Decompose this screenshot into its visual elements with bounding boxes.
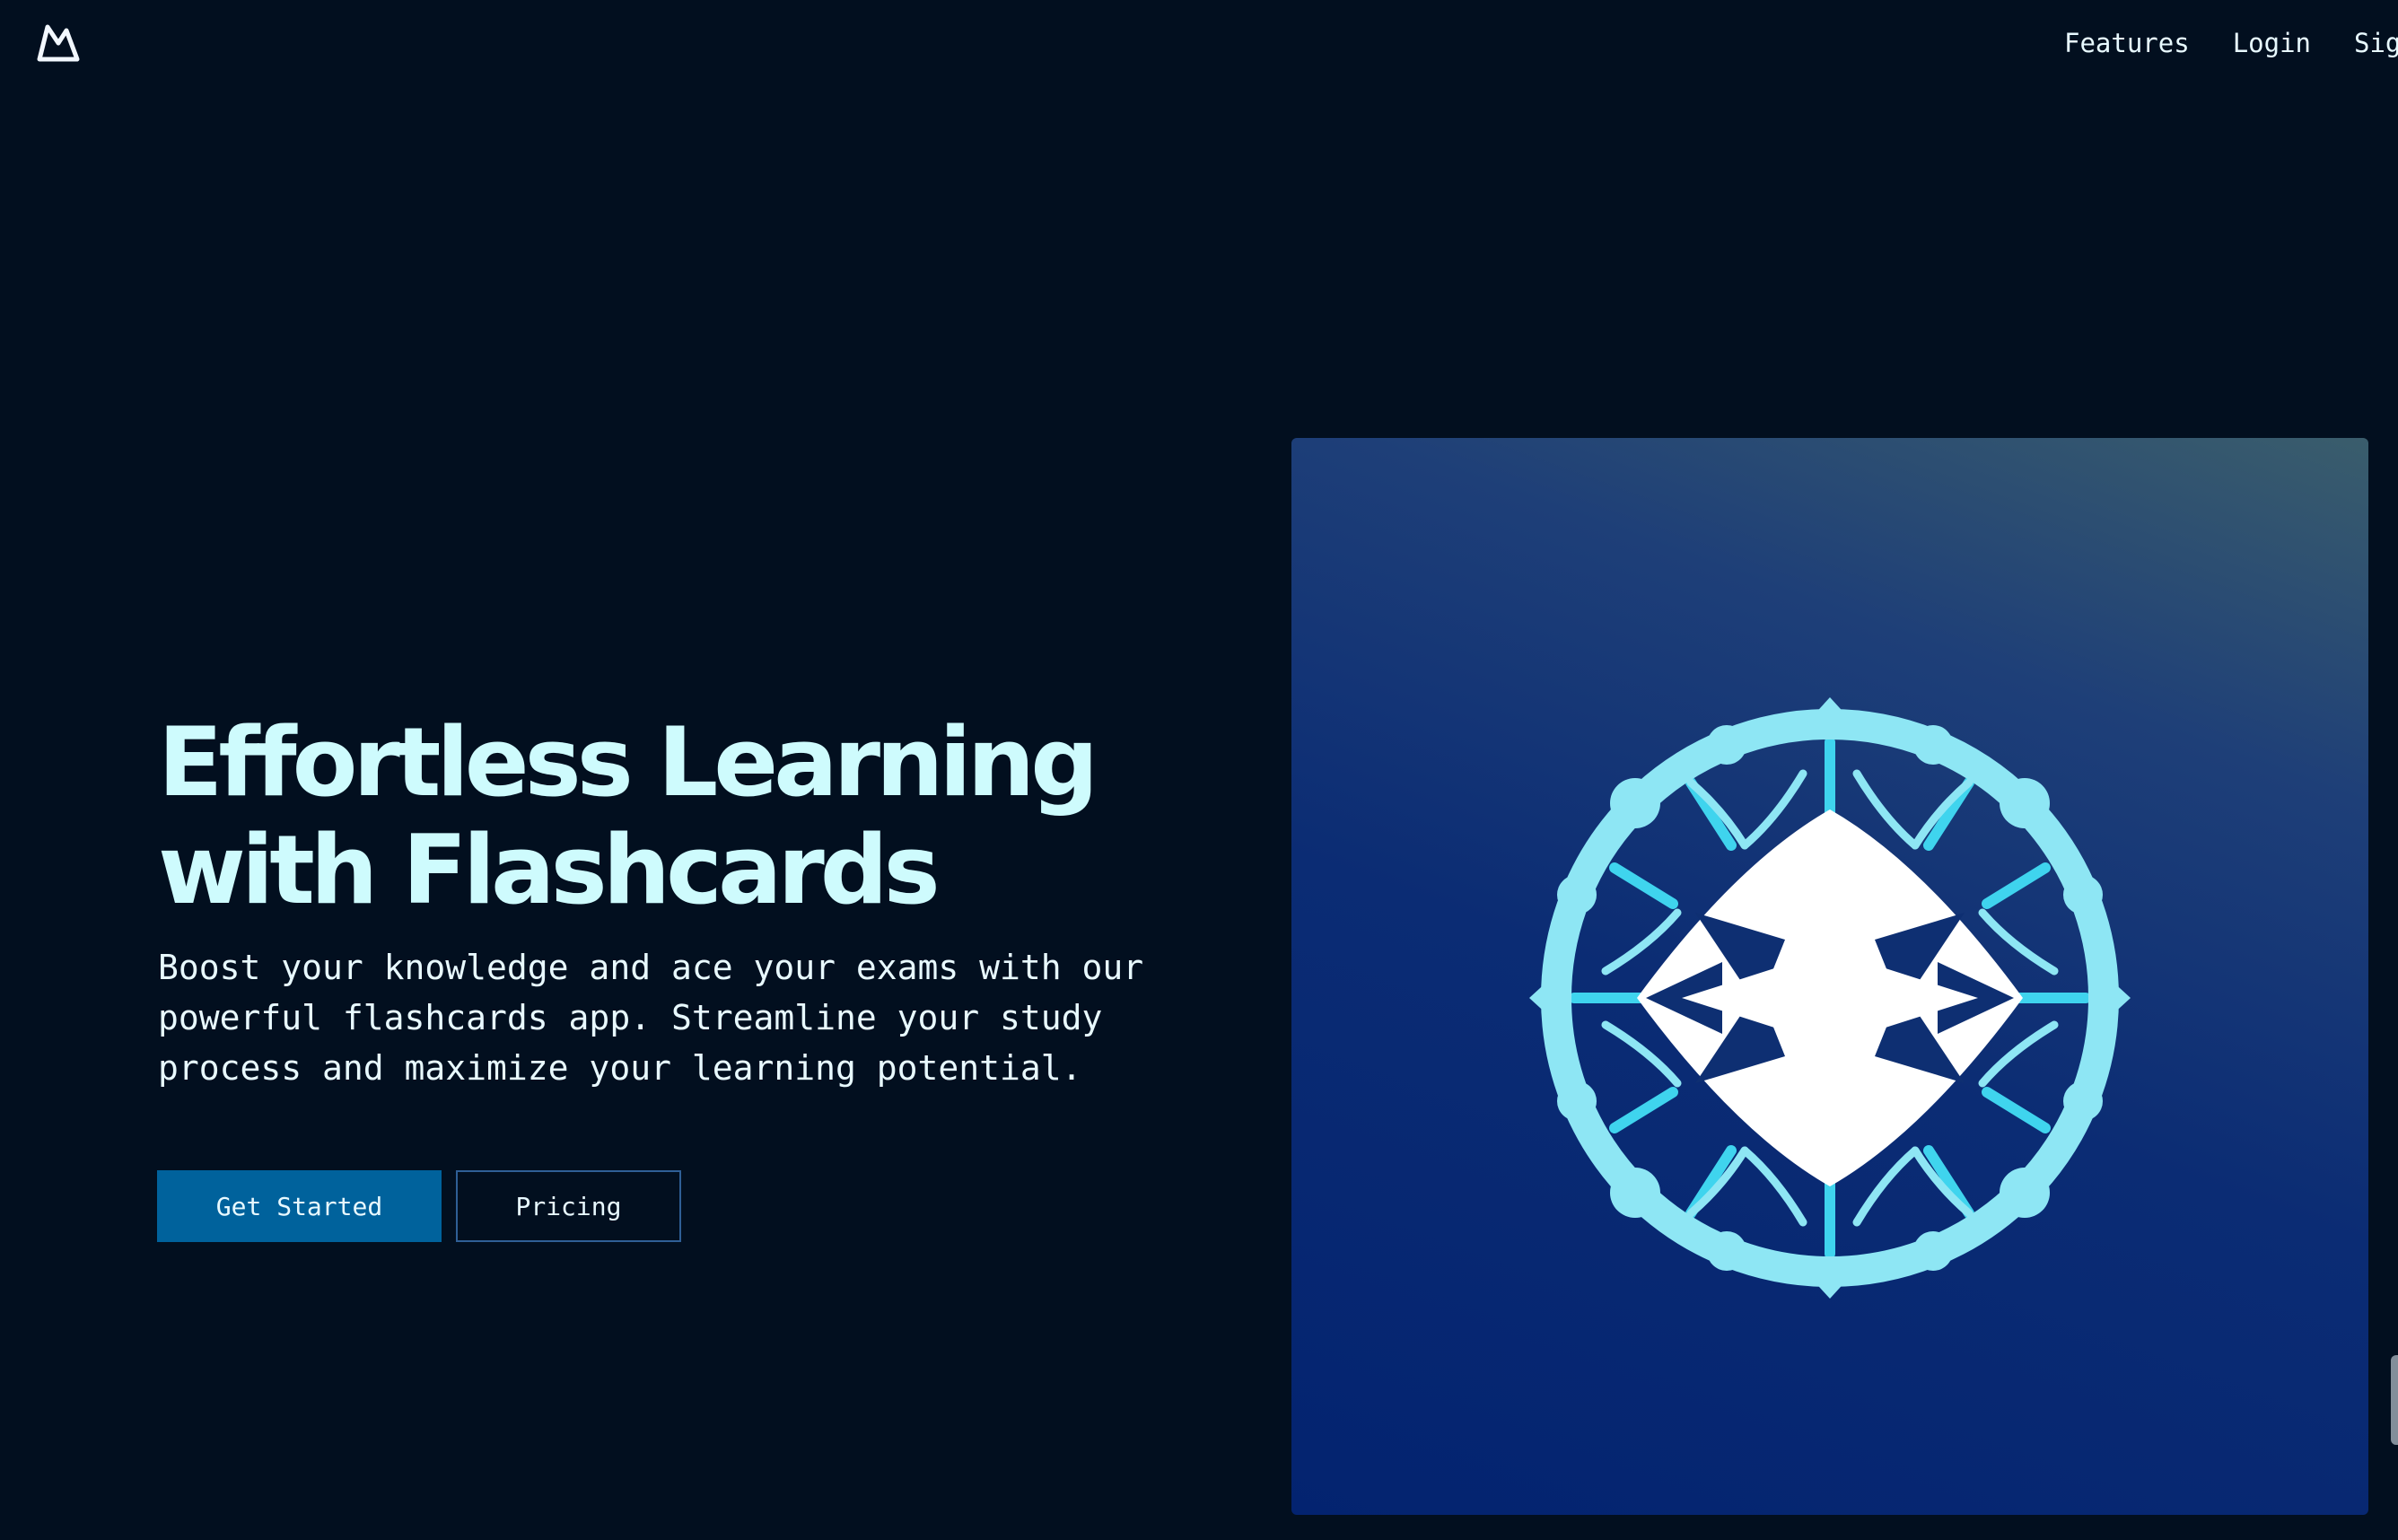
hero-title-line-1: Effortless Learning [158,707,1098,818]
scroll-handle[interactable] [2391,1355,2398,1445]
pricing-button[interactable]: Pricing [456,1170,681,1242]
hero-subtitle: Boost your knowledge and ace your exams … [158,948,1144,1088]
hero-image [1291,438,2368,1515]
top-nav: Features Login Sign Up [2064,0,2398,86]
hero-title-line-2: with Flashcards [158,815,941,925]
get-started-button[interactable]: Get Started [157,1170,442,1242]
nav-login-link[interactable]: Login [2233,28,2311,58]
compass-star-emblem-icon [1529,697,2131,1299]
nav-features-link[interactable]: Features [2064,28,2190,58]
hero-title: Effortless Learning with Flashcards [158,709,1235,924]
mountain-logo-icon[interactable] [36,20,81,65]
nav-signup-link[interactable]: Sign Up [2354,28,2398,58]
